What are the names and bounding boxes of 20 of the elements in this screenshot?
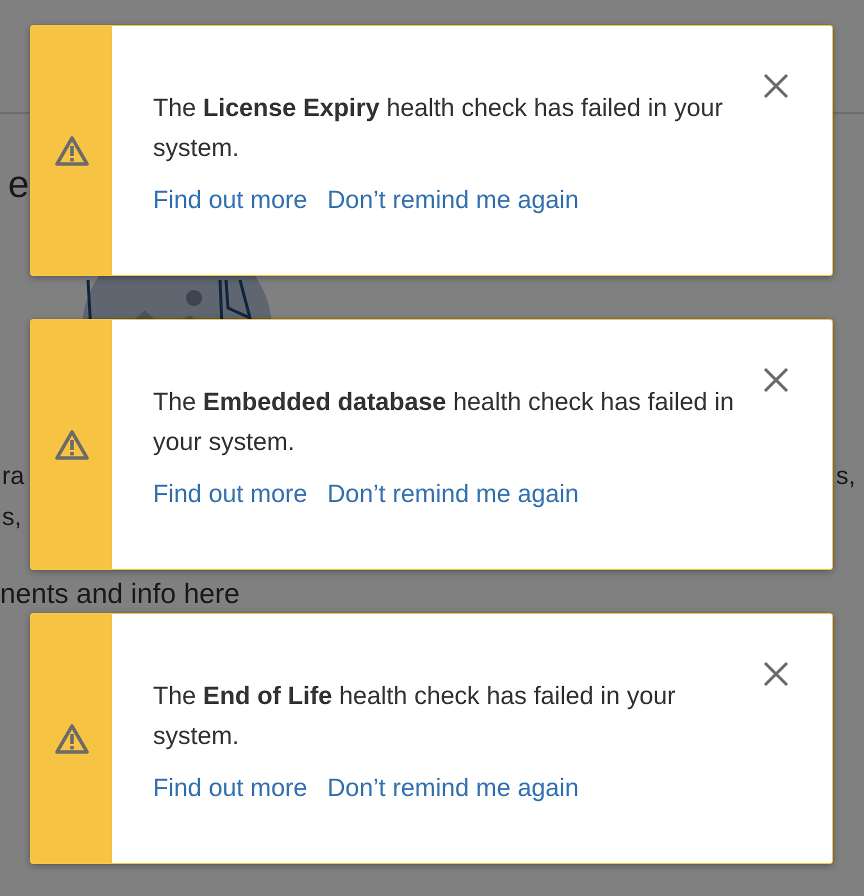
text-fragment: ra xyxy=(2,462,24,491)
notification-message: The Embedded database health check has failed in your system. xyxy=(153,387,735,458)
page-heading: e xyxy=(8,164,30,207)
notification-link[interactable]: Find out more xyxy=(153,774,308,803)
notification-message: The License Expiry health check has failed in your system. xyxy=(153,93,724,164)
warning-icon xyxy=(54,722,88,754)
warning-icon xyxy=(54,428,88,460)
close-icon[interactable] xyxy=(762,72,790,100)
close-icon[interactable] xyxy=(762,660,790,688)
section-subheading: nents and info here xyxy=(0,578,240,610)
notification-message: The End of Life health check has failed in your system. xyxy=(153,681,676,752)
notification-link[interactable]: Don’t remind me again xyxy=(327,774,579,803)
text-fragment: s, xyxy=(836,462,856,491)
notification-link[interactable]: Don’t remind me again xyxy=(327,480,579,509)
notification-link[interactable]: Don’t remind me again xyxy=(327,186,579,215)
text-fragment: s, xyxy=(2,503,22,532)
warning-icon xyxy=(54,134,88,166)
notification-link[interactable]: Find out more xyxy=(153,186,308,215)
close-icon[interactable] xyxy=(762,366,790,394)
notification-link[interactable]: Find out more xyxy=(153,480,308,509)
